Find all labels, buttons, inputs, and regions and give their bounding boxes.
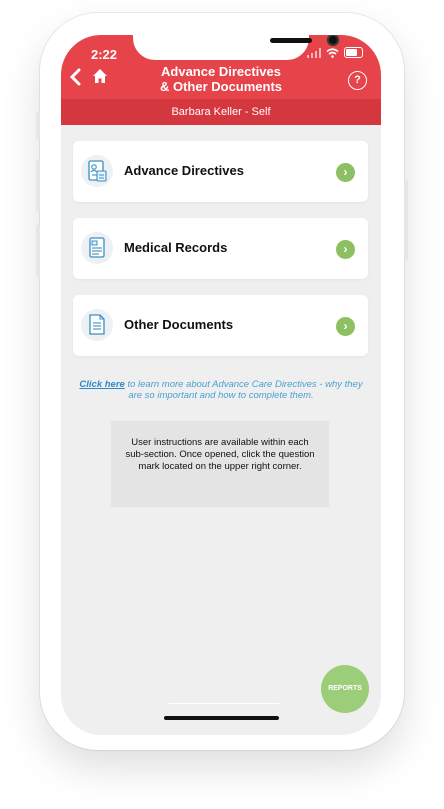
card-medical-records[interactable]: Medical Records › [73, 218, 368, 279]
instructions-box: User instructions are available within e… [111, 421, 329, 507]
card-advance-directives[interactable]: Advance Directives › [73, 141, 368, 202]
learn-more-link[interactable]: Click here [79, 379, 124, 390]
page-title-line1: Advance Directives [161, 64, 281, 79]
wifi-icon [326, 47, 339, 58]
info-text: Click here to learn more about Advance C… [78, 379, 364, 401]
home-button[interactable] [92, 68, 108, 86]
signal-icon [307, 47, 321, 58]
front-camera [327, 35, 339, 46]
card-label: Other Documents [124, 317, 234, 332]
document-user-icon [81, 155, 113, 187]
status-icons [307, 47, 363, 58]
chevron-left-icon [69, 68, 81, 86]
card-label: Advance Directives [124, 163, 244, 178]
speaker-grille [270, 38, 312, 43]
chevron-right-icon: › [336, 317, 355, 336]
mute-switch [36, 112, 40, 140]
card-other-documents[interactable]: Other Documents › [73, 295, 368, 356]
app-screen: 2:22 Advance Directives & Other Document… [61, 35, 381, 735]
chevron-right-icon: › [336, 163, 355, 182]
page-title-line2: & Other Documents [159, 79, 283, 94]
battery-icon [344, 47, 363, 58]
status-time: 2:22 [91, 47, 118, 62]
back-button[interactable] [69, 68, 81, 90]
reports-button[interactable]: REPORTS [321, 665, 369, 713]
home-indicator[interactable] [164, 716, 279, 720]
page-title: Advance Directives & Other Documents [131, 64, 311, 94]
help-icon: ? [354, 74, 361, 86]
volume-down-button [36, 225, 40, 277]
power-button [404, 180, 408, 260]
divider [169, 703, 279, 704]
device-notch [133, 35, 339, 60]
info-text-body: to learn more about Advance Care Directi… [124, 379, 363, 401]
medical-record-icon [81, 232, 113, 264]
volume-up-button [36, 160, 40, 212]
chevron-right-icon: › [336, 240, 355, 259]
card-label: Medical Records [124, 240, 228, 255]
instructions-text: User instructions are available within e… [125, 437, 315, 472]
app-header: 2:22 Advance Directives & Other Document… [61, 35, 381, 99]
profile-subheader: Barbara Keller - Self [61, 99, 381, 125]
help-button[interactable]: ? [348, 71, 367, 90]
documents-icon [81, 309, 113, 341]
home-icon [93, 69, 107, 83]
